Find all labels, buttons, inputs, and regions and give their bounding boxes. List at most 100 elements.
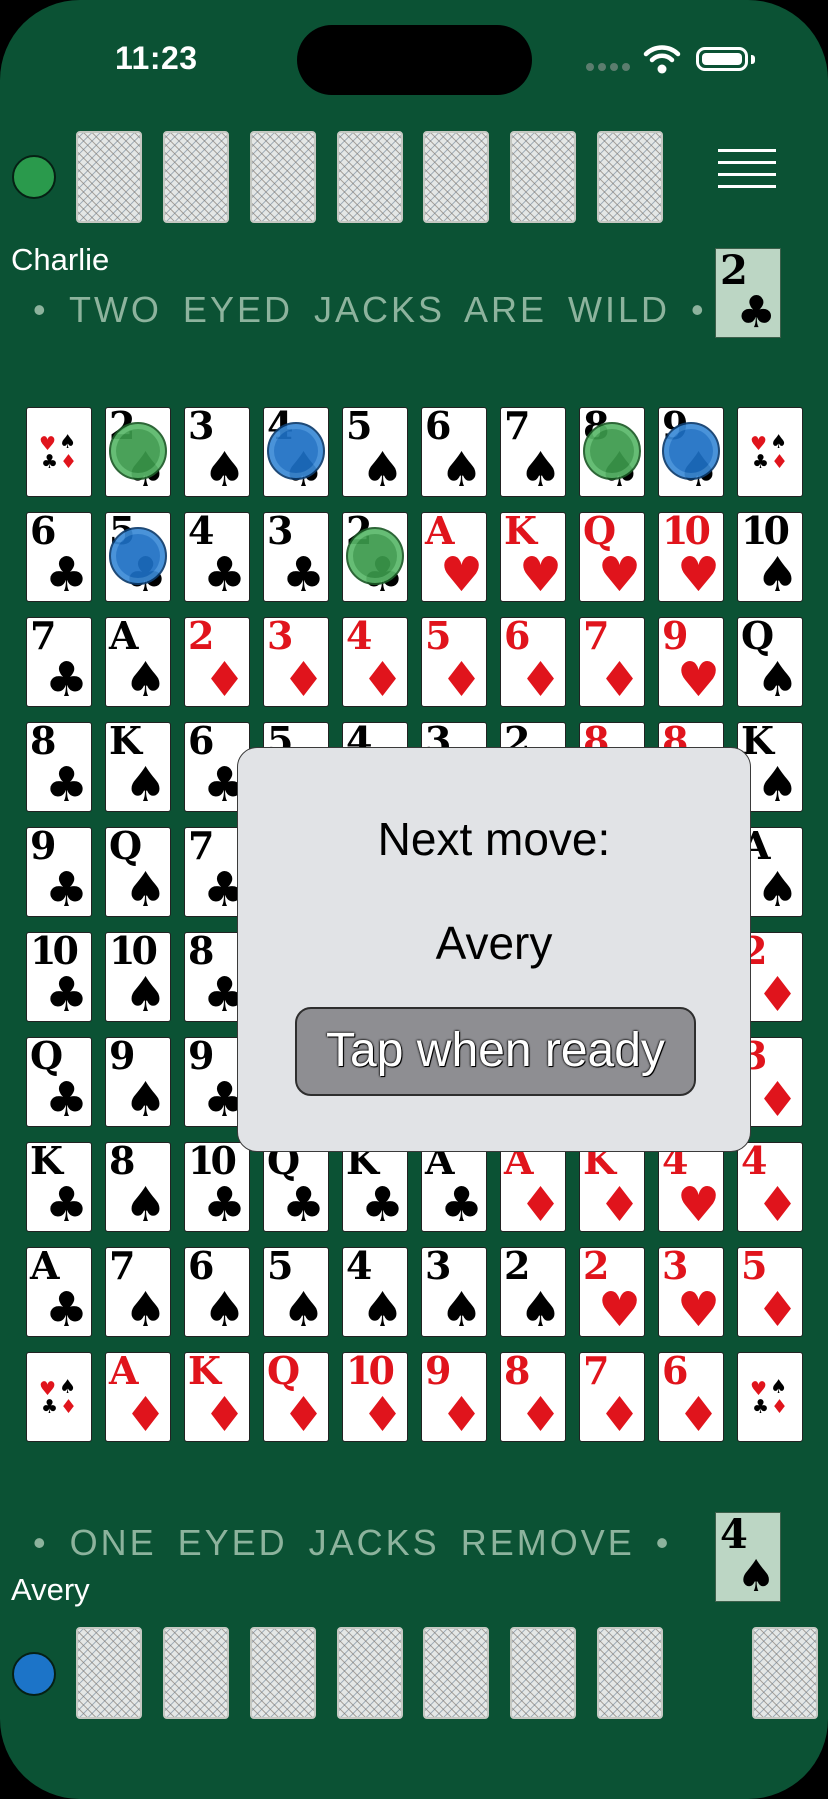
board-card[interactable]: 6 ♦ <box>658 1352 724 1442</box>
board-card[interactable]: 10♥ <box>658 512 724 602</box>
bottom-hand-card[interactable] <box>76 1627 142 1719</box>
board-card[interactable]: 9♦ <box>421 1352 487 1442</box>
card-suit: ♠ <box>755 652 799 707</box>
top-last-played-card: 2 ♣ <box>715 248 781 338</box>
board-card[interactable]: 7 ♠ <box>500 407 566 497</box>
board-card[interactable]: Q♥ <box>579 512 645 602</box>
board-corner-free-cell[interactable]: ♥ ♠ ♣ ♦ <box>737 407 803 497</box>
board-card[interactable]: 2♣ <box>342 512 408 602</box>
board-card[interactable]: 2 ♦ <box>184 617 250 707</box>
board-card[interactable]: Q ♠ <box>105 827 171 917</box>
blue-chip <box>267 422 325 480</box>
card-suit: ♣ <box>44 1282 88 1337</box>
card-rank: 6 <box>425 407 452 448</box>
board-card[interactable]: 7 ♣ <box>26 617 92 707</box>
board-card[interactable]: 8♠ <box>105 1142 171 1232</box>
menu-icon[interactable] <box>718 149 776 199</box>
board-card[interactable]: 4♠ <box>263 407 329 497</box>
card-rank: 9 <box>662 617 689 658</box>
card-rank: A <box>425 512 455 553</box>
game-screen: 11:23 Charlie • TWO EYED JACKS ARE WILD … <box>0 0 828 1799</box>
board-card[interactable]: 7 ♦ <box>579 1352 645 1442</box>
top-player-color-indicator <box>12 155 56 199</box>
board-card[interactable]: 9♠ <box>105 1037 171 1127</box>
board-card[interactable]: 6 ♠ <box>184 1247 250 1337</box>
board-card[interactable]: 5 ♦ <box>421 617 487 707</box>
card-rank: 6 <box>188 722 215 763</box>
board-card[interactable]: Q♦ <box>263 1352 329 1442</box>
tap-when-ready-button[interactable]: Tap when ready <box>295 1007 696 1096</box>
board-card[interactable]: 10 ♠ <box>105 932 171 1022</box>
board-card[interactable]: K ♣ <box>342 1142 408 1232</box>
board-card[interactable]: 7 ♦ <box>579 617 645 707</box>
board-card[interactable]: 9 ♣ <box>26 827 92 917</box>
board-card[interactable]: 5 ♦ <box>737 1247 803 1337</box>
card-rank: 3 <box>267 617 294 658</box>
bottom-hand-card[interactable] <box>337 1627 403 1719</box>
board-card[interactable]: A ♣ <box>26 1247 92 1337</box>
board-card[interactable]: 4 ♦ <box>737 1142 803 1232</box>
card-suit: ♥ <box>597 1282 641 1337</box>
board-card[interactable]: 2♥ <box>579 1247 645 1337</box>
board-card[interactable]: A ♦ <box>105 1352 171 1442</box>
board-card[interactable]: 3♥ <box>658 1247 724 1337</box>
board-card[interactable]: 2♠ <box>105 407 171 497</box>
board-card[interactable]: Q ♣ <box>263 1142 329 1232</box>
board-card[interactable]: K♥ <box>500 512 566 602</box>
card-rank: K <box>188 1352 221 1393</box>
bottom-hand-card[interactable] <box>597 1627 663 1719</box>
board-card[interactable]: 5♣ <box>105 512 171 602</box>
board-card[interactable]: A♥ <box>421 512 487 602</box>
board-card[interactable]: 4♠ <box>342 1247 408 1337</box>
board-card[interactable]: 8♠ <box>579 407 645 497</box>
four-suits-icon: ♥ ♠ ♣ ♦ <box>39 431 78 473</box>
board-card[interactable]: A ♠ <box>105 617 171 707</box>
board-card[interactable]: 9♠ <box>658 407 724 497</box>
card-suit: ♦ <box>439 652 483 707</box>
card-rank: 8 <box>188 932 215 973</box>
board-corner-free-cell[interactable]: ♥ ♠ ♣ ♦ <box>26 407 92 497</box>
board-card[interactable]: 4♥ <box>658 1142 724 1232</box>
board-card[interactable]: 7 ♠ <box>105 1247 171 1337</box>
board-card[interactable]: 8 ♣ <box>26 722 92 812</box>
board-card[interactable]: 10 ♣ <box>184 1142 250 1232</box>
board-card[interactable]: 6 ♠ <box>421 407 487 497</box>
card-rank: Q <box>583 512 616 553</box>
board-card[interactable]: 10♦ <box>342 1352 408 1442</box>
card-rank: 7 <box>504 407 531 448</box>
board-card[interactable]: 6 ♣ <box>26 512 92 602</box>
board-card[interactable]: 6 ♦ <box>500 617 566 707</box>
board-card[interactable]: Q ♠ <box>737 617 803 707</box>
board-card[interactable]: 9♥ <box>658 617 724 707</box>
board-card[interactable]: 10 ♠ <box>737 512 803 602</box>
board-card[interactable]: K ♦ <box>579 1142 645 1232</box>
board-card[interactable]: 8♦ <box>500 1352 566 1442</box>
bottom-hand-card[interactable] <box>423 1627 489 1719</box>
board-card[interactable]: Q ♣ <box>26 1037 92 1127</box>
board-card[interactable]: 5 ♠ <box>342 407 408 497</box>
board-card[interactable]: 3♣ <box>263 512 329 602</box>
board-card[interactable]: 10 ♣ <box>26 932 92 1022</box>
board-card[interactable]: 3 ♦ <box>263 617 329 707</box>
four-suits-icon: ♥ ♠ ♣ ♦ <box>750 1376 789 1418</box>
card-rank: 10 <box>30 932 79 973</box>
board-card[interactable]: K ♠ <box>105 722 171 812</box>
board-card[interactable]: K ♦ <box>184 1352 250 1442</box>
card-rank: 7 <box>583 1352 610 1393</box>
board-corner-free-cell[interactable]: ♥ ♠ ♣ ♦ <box>26 1352 92 1442</box>
dialog-title: Next move: <box>377 813 611 865</box>
board-card[interactable]: A ♣ <box>421 1142 487 1232</box>
board-card[interactable]: 4♣ <box>184 512 250 602</box>
bottom-hand-card[interactable] <box>752 1627 818 1719</box>
board-card[interactable]: 3 ♠ <box>421 1247 487 1337</box>
bottom-hand-card[interactable] <box>510 1627 576 1719</box>
board-corner-free-cell[interactable]: ♥ ♠ ♣ ♦ <box>737 1352 803 1442</box>
board-card[interactable]: 4 ♦ <box>342 617 408 707</box>
board-card[interactable]: 3 ♠ <box>184 407 250 497</box>
bottom-hand-card[interactable] <box>250 1627 316 1719</box>
board-card[interactable]: K ♣ <box>26 1142 92 1232</box>
board-card[interactable]: 2♠ <box>500 1247 566 1337</box>
board-card[interactable]: A ♦ <box>500 1142 566 1232</box>
board-card[interactable]: 5 ♠ <box>263 1247 329 1337</box>
bottom-hand-card[interactable] <box>163 1627 229 1719</box>
